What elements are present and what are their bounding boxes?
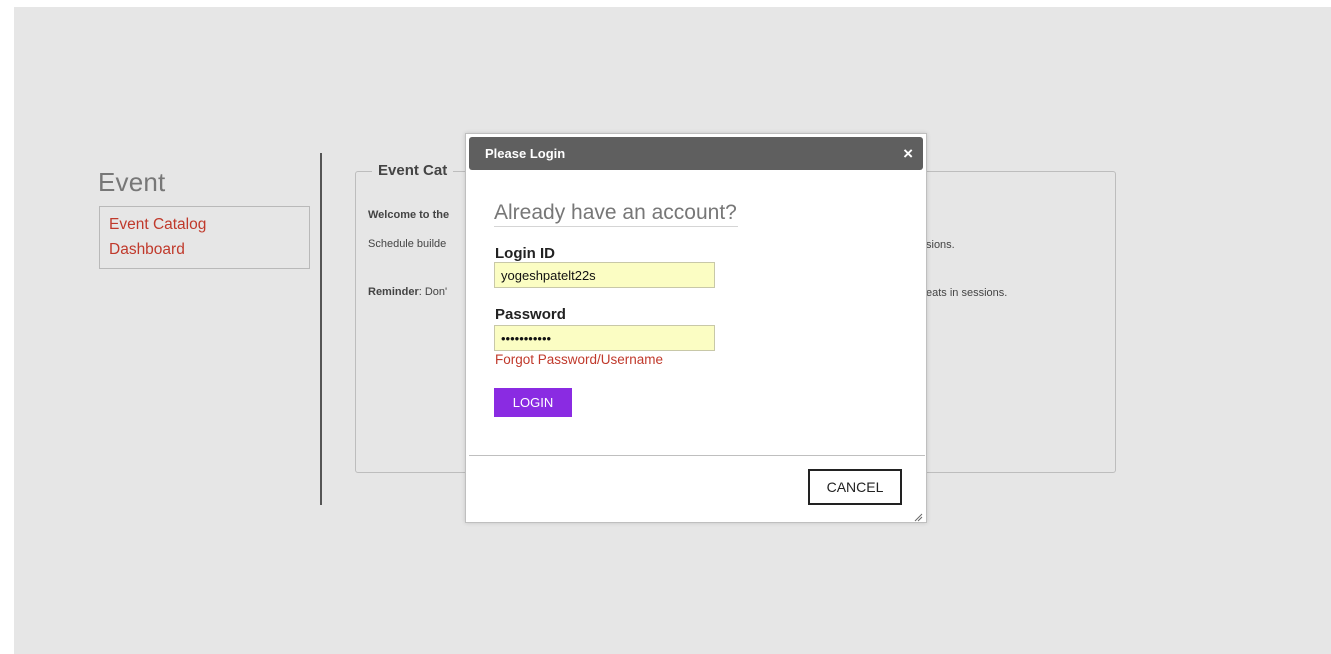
sidebar-item-event-catalog[interactable]: Event Catalog [109, 212, 300, 237]
resize-grip-icon[interactable] [913, 509, 923, 522]
vertical-divider [320, 153, 322, 505]
panel-text-right-2: eats in sessions. [926, 287, 1008, 299]
modal-footer-divider [469, 455, 925, 456]
sidebar-item-dashboard[interactable]: Dashboard [109, 237, 300, 262]
modal-subtitle: Already have an account? [494, 201, 738, 227]
panel-legend: Event Cat [372, 162, 454, 179]
password-label: Password [495, 306, 566, 323]
reminder-body: : Don' [418, 286, 448, 298]
reminder-label: Reminder [368, 286, 419, 298]
login-id-input[interactable] [494, 262, 715, 288]
login-modal: Please Login × Already have an account? … [465, 133, 927, 523]
panel-text-right-1: sions. [926, 239, 955, 251]
sidebar-title: Event [98, 167, 166, 197]
password-input[interactable] [494, 325, 715, 351]
schedule-text: Schedule builde [368, 238, 447, 250]
login-button[interactable]: LOGIN [494, 388, 572, 417]
reminder-text: Reminder: Don' [368, 286, 447, 298]
sidebar-nav: Event Catalog Dashboard [99, 206, 310, 269]
close-icon[interactable]: × [903, 144, 913, 163]
welcome-text: Welcome to the [368, 209, 450, 221]
cancel-button[interactable]: CANCEL [808, 469, 902, 505]
login-id-label: Login ID [495, 245, 555, 262]
modal-header[interactable]: Please Login × [469, 137, 923, 170]
forgot-password-link[interactable]: Forgot Password/Username [495, 352, 663, 367]
modal-title: Please Login [485, 146, 566, 161]
